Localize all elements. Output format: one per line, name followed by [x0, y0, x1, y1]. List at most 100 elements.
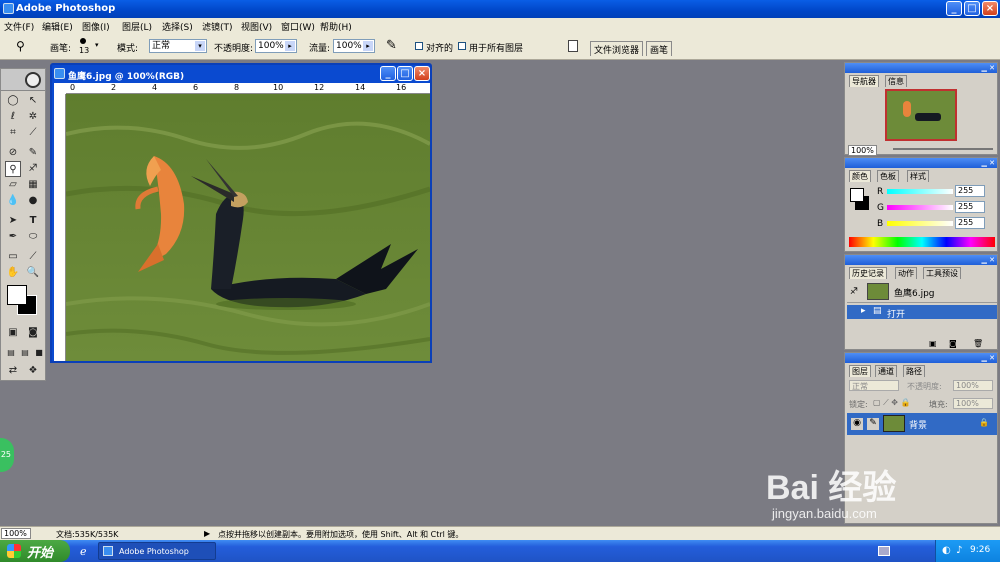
layer-brush-icon[interactable]: ✎	[867, 418, 879, 430]
lasso-tool-icon[interactable]: ℓ	[5, 109, 21, 125]
tab-styles[interactable]: 样式	[907, 170, 929, 182]
new-document-from-state-icon[interactable]: ▣	[929, 339, 937, 348]
notes-tool-icon[interactable]: ▭	[5, 249, 21, 265]
brush-tool-icon[interactable]: ✎	[25, 145, 41, 161]
menu-edit[interactable]: 编辑(E)	[42, 20, 73, 33]
menu-layer[interactable]: 图层(L)	[122, 20, 152, 33]
menu-window[interactable]: 窗口(W)	[281, 20, 315, 33]
tab-navigator[interactable]: 导航器	[849, 75, 879, 87]
close-button[interactable]: ×	[982, 1, 998, 16]
navigator-thumbnail[interactable]	[885, 89, 957, 141]
brush-dropdown-icon[interactable]: ▾	[95, 41, 99, 49]
mode-select[interactable]: 正常 ▾	[149, 39, 207, 53]
red-value-input[interactable]: 255	[955, 185, 985, 197]
menu-help[interactable]: 帮助(H)	[320, 20, 352, 33]
layer-visibility-eye-icon[interactable]: ◉	[851, 418, 863, 430]
canvas-area[interactable]: 0 2 4 6 8 10 12 14 16	[54, 83, 430, 361]
tray-volume-icon[interactable]: ♪	[956, 545, 962, 556]
color-spectrum-bar[interactable]	[849, 237, 995, 247]
document-title-bar[interactable]: 鱼鹰6.jpg @ 100%(RGB) _ □ ×	[52, 65, 430, 83]
tab-info[interactable]: 信息	[885, 75, 907, 87]
history-brush-source-icon[interactable]: ♐	[850, 287, 858, 297]
quick-mask-icon[interactable]: ◙	[25, 325, 41, 341]
tab-paths[interactable]: 路径	[903, 365, 925, 377]
jump-to-imageready-icon[interactable]: ⇄	[5, 363, 21, 379]
layer-opacity-input[interactable]: 100%	[953, 380, 993, 391]
tray-network-icon[interactable]: ◐	[942, 545, 951, 556]
panel-minimize-close-icon[interactable]: ▁ ✕	[982, 159, 995, 167]
tab-tool-presets[interactable]: 工具预设	[923, 267, 961, 279]
clone-stamp-tool-icon[interactable]: ⚲	[5, 161, 21, 177]
doc-minimize-button[interactable]: _	[380, 66, 396, 81]
tab-layers[interactable]: 图层	[849, 365, 871, 377]
tab-brushes[interactable]: 画笔	[646, 41, 673, 56]
quick-launch-ie-icon[interactable]: ℯ	[80, 545, 87, 558]
marquee-tool-icon[interactable]: ◯	[5, 93, 21, 109]
tab-swatches[interactable]: 色板	[877, 170, 899, 182]
blue-value-input[interactable]: 255	[955, 217, 985, 229]
crop-tool-icon[interactable]: ⌗	[5, 125, 21, 141]
menu-image[interactable]: 图像(I)	[82, 20, 110, 33]
layer-row-background[interactable]: ◉ ✎ 背景 🔒	[847, 413, 997, 435]
history-snapshot-row[interactable]: ♐ 鱼鹰6.jpg	[847, 281, 997, 303]
magic-wand-tool-icon[interactable]: ✲	[25, 109, 41, 125]
flow-input[interactable]: 100% ▸	[333, 39, 375, 53]
blur-tool-icon[interactable]: 💧	[5, 193, 21, 209]
doc-maximize-button[interactable]: □	[397, 66, 413, 81]
tab-color[interactable]: 颜色	[849, 170, 871, 182]
healing-brush-tool-icon[interactable]: ⊘	[5, 145, 21, 161]
maximize-button[interactable]: □	[964, 1, 980, 16]
panel-minimize-close-icon[interactable]: ▁ ✕	[982, 256, 995, 264]
history-step-row[interactable]: ▸ ▤ 打开	[847, 305, 997, 320]
tray-clock[interactable]: 9:26	[970, 545, 990, 555]
photo-cormorant-with-fish[interactable]	[66, 94, 430, 361]
tray-keyboard-icon[interactable]	[878, 546, 890, 556]
panel-minimize-close-icon[interactable]: ▁ ✕	[982, 354, 995, 362]
status-menu-arrow-icon[interactable]: ▶	[204, 529, 210, 538]
shape-tool-icon[interactable]: ⬭	[25, 229, 41, 245]
type-tool-icon[interactable]: T	[25, 213, 41, 229]
tab-actions[interactable]: 动作	[895, 267, 917, 279]
start-button[interactable]: 开始	[0, 540, 70, 562]
history-brush-tool-icon[interactable]: ♐	[25, 161, 41, 177]
menu-filter[interactable]: 滤镜(T)	[202, 20, 233, 33]
status-zoom-input[interactable]: 100%	[1, 528, 31, 539]
imageready-icon[interactable]: ❖	[25, 363, 41, 379]
clone-stamp-tool-icon[interactable]: ⚲	[16, 39, 25, 53]
palette-well-icon[interactable]	[568, 40, 578, 52]
blend-mode-select[interactable]: 正常	[849, 380, 899, 391]
gradient-tool-icon[interactable]: ▦	[25, 177, 41, 193]
panel-minimize-close-icon[interactable]: ▁ ✕	[982, 64, 995, 72]
fill-input[interactable]: 100%	[953, 398, 993, 409]
lock-transparency-icon[interactable]: ▢ ⟋ ✥ 🔒	[873, 398, 910, 408]
eyedropper-tool-icon[interactable]: ⟋	[25, 249, 41, 265]
blue-slider[interactable]	[887, 221, 953, 226]
move-tool-icon[interactable]: ↖	[25, 93, 41, 109]
tab-file-browser[interactable]: 文件浏览器	[590, 41, 644, 56]
taskbar-photoshop-button[interactable]: Adobe Photoshop	[98, 542, 216, 560]
red-slider[interactable]	[887, 189, 953, 194]
horizontal-ruler[interactable]: 0 2 4 6 8 10 12 14 16	[66, 83, 430, 94]
use-all-layers-checkbox[interactable]	[458, 42, 466, 50]
zoom-tool-icon[interactable]: 🔍	[25, 265, 41, 281]
brush-preview-icon[interactable]	[80, 38, 86, 44]
history-panel-title-bar[interactable]: ▁ ✕	[845, 255, 997, 265]
eraser-tool-icon[interactable]: ▱	[5, 177, 21, 193]
green-slider[interactable]	[887, 205, 953, 210]
hand-tool-icon[interactable]: ✋	[5, 265, 21, 281]
slice-tool-icon[interactable]: ⟋	[25, 125, 41, 141]
color-foreground-swatch[interactable]	[850, 188, 864, 202]
layers-panel-title-bar[interactable]: ▁ ✕	[845, 353, 997, 363]
menu-view[interactable]: 视图(V)	[241, 20, 272, 33]
status-doc-size[interactable]: 文档:535K/535K	[56, 529, 118, 540]
green-value-input[interactable]: 255	[955, 201, 985, 213]
standard-mode-icon[interactable]: ▣	[5, 325, 21, 341]
airbrush-icon[interactable]: ✎	[386, 38, 397, 53]
opacity-input[interactable]: 100% ▸	[255, 39, 297, 53]
path-selection-tool-icon[interactable]: ➤	[5, 213, 21, 229]
aligned-checkbox[interactable]	[415, 42, 423, 50]
full-screen-icon[interactable]: ■	[31, 345, 47, 361]
new-snapshot-icon[interactable]: ◙	[949, 339, 957, 348]
adobe-eye-icon[interactable]	[25, 72, 41, 88]
menu-file[interactable]: 文件(F)	[4, 20, 34, 33]
